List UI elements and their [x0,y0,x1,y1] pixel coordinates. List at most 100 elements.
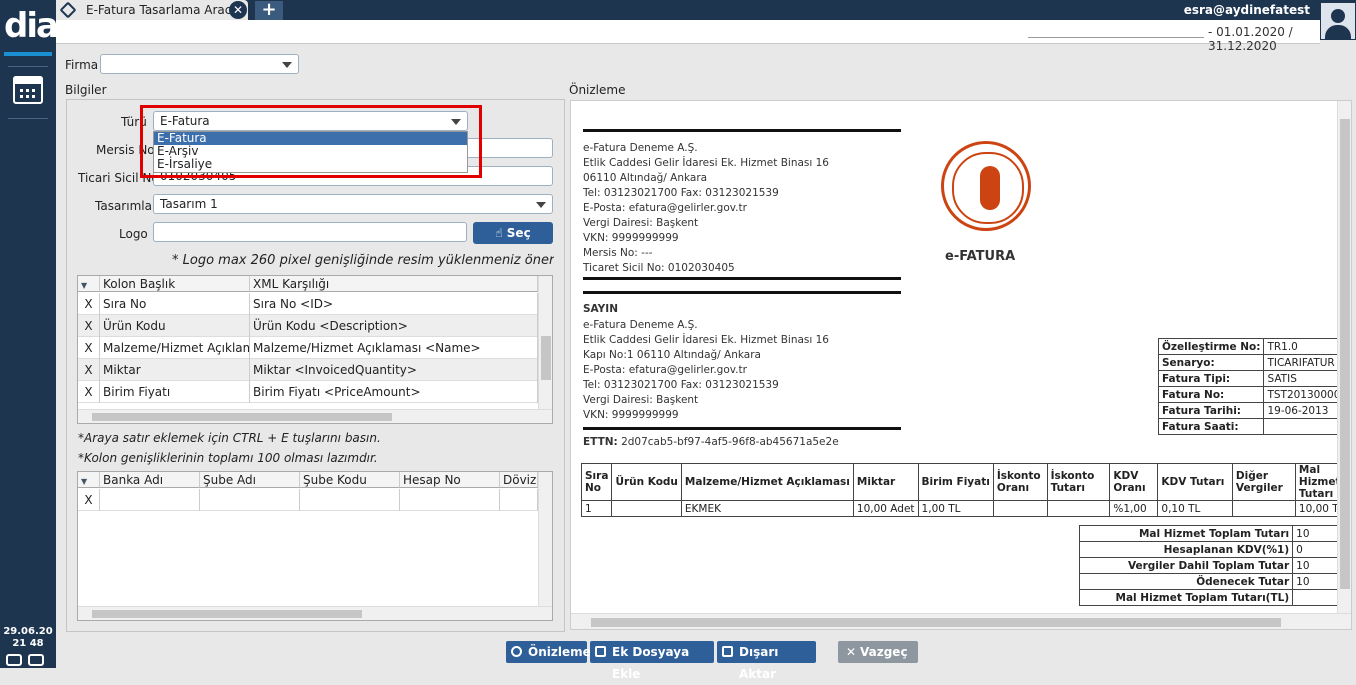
table-row[interactable]: X Sıra No Sıra No <ID> [78,293,538,315]
table-row[interactable]: X Miktar Miktar <InvoicedQuantity> [78,359,538,381]
calendar-icon[interactable] [13,76,43,104]
cell[interactable]: Miktar [100,359,250,381]
onizleme-label: Önizleme [569,83,626,97]
designer-icon [59,1,77,19]
divider [583,129,901,132]
ettn-label: ETTN: [583,436,618,448]
tasarimlar-value: Tasarım 1 [160,197,218,211]
customer-block: e-Fatura Deneme A.Ş. Etlik Caddesi Gelir … [583,318,829,423]
period-value: 01.01.2020 / 31.12.2020 [1208,25,1293,53]
delete-row-button[interactable]: X [78,293,100,315]
cell[interactable] [100,489,200,511]
table-row: Hesaplanan KDV(%1) 0 [1078,541,1351,558]
cell[interactable]: Ürün Kodu [100,315,250,337]
horizontal-scrollbar[interactable] [78,409,552,423]
close-icon: ✕ [846,645,857,659]
table-row: Vergiler Dahil Toplam Tutar 10 [1078,557,1351,574]
vertical-scrollbar[interactable] [538,472,552,606]
col-header[interactable]: Şube Kodu [300,472,400,488]
cell[interactable]: Malzeme/Hizmet Açıklam... [100,337,250,359]
add-tab-button[interactable]: + [255,1,283,20]
clock-date: 29.06.20 [3,626,53,637]
cell [992,500,1048,517]
cell: Vergiler Dahil Toplam Tutar [1078,557,1294,574]
cell: Diğer Vergiler [1231,463,1296,501]
divider [583,291,901,294]
sidebar-divider [8,66,48,67]
tasarimlar-select[interactable]: Tasarım 1 [153,194,553,214]
company-line: Mersis No: --- [583,247,653,259]
cell[interactable] [300,489,400,511]
tab-efatura-designer[interactable]: E-Fatura Tasarlama Aracı ✕ [56,0,248,20]
table-row: Mal Hizmet Toplam Tutarı(TL) [1078,589,1351,606]
bilgiler-label: Bilgiler [65,83,107,97]
ettn-line: ETTN: 2d07cab5-bf97-4af5-96f8-ab45671a5e… [583,436,839,448]
efatura-title: e-FATURA [945,249,1016,264]
company-line: Tel: 03123021700 Fax: 03123021539 [583,187,779,199]
table-row: Fatura Tipi: SATIS [1157,370,1345,387]
grid-menu[interactable]: ▼ [78,472,100,488]
cell[interactable]: Miktar <InvoicedQuantity> [250,359,538,381]
col-header[interactable]: Kolon Başlık [100,276,250,292]
divider [583,427,901,430]
disari-aktar-button[interactable]: Dışarı Aktar [717,641,816,681]
avatar[interactable] [1320,2,1356,40]
cell [1263,418,1345,435]
gib-seal-icon [941,141,1031,231]
save-icon [722,646,733,657]
preview-vertical-scrollbar[interactable] [1337,101,1351,613]
cell[interactable] [200,489,300,511]
horizontal-scrollbar[interactable] [78,606,552,620]
cell: Fatura No: [1157,386,1265,403]
delete-row-button[interactable]: X [78,359,100,381]
cell[interactable]: Sıra No <ID> [250,293,538,315]
cell[interactable]: Sıra No [100,293,250,315]
cell[interactable] [500,489,538,511]
delete-row-button[interactable]: X [78,315,100,337]
table-row[interactable]: X Ürün Kodu Ürün Kodu <Description> [78,315,538,337]
cell[interactable] [400,489,500,511]
cell[interactable]: Malzeme/Hizmet Açıklaması <Name> [250,337,538,359]
sec-button[interactable]: ☝ Seç [473,222,553,244]
save-icon [595,646,606,657]
customer-line: e-Fatura Deneme A.Ş. [583,319,698,331]
table-row[interactable]: X [78,489,538,511]
invoice-items-table: Sıra No Ürün Kodu Malzeme/Hizmet Açıklam… [580,463,1351,517]
instagram-icon[interactable] [28,654,44,666]
preview-horizontal-scrollbar[interactable] [571,613,1351,629]
search-icon [511,646,522,657]
cell [1231,500,1296,517]
delete-row-button[interactable]: X [78,381,100,403]
youtube-icon[interactable] [6,654,22,666]
col-header[interactable]: Şube Adı [200,472,300,488]
table-row: Özelleştirme No: TR1.0 [1157,338,1345,355]
cursor-icon: ☝ [495,226,507,240]
close-tab-icon[interactable]: ✕ [229,1,247,19]
chevron-down-icon: ▼ [81,281,88,290]
cell[interactable]: Birim Fiyatı <PriceAmount> [250,381,538,403]
company-block: e-Fatura Deneme A.Ş. Etlik Caddesi Gelir … [583,141,829,276]
col-header[interactable]: XML Karşılığı [250,276,538,292]
col-header[interactable]: Hesap No [400,472,500,488]
grid-menu[interactable]: ▼ [78,276,100,292]
ek-dosya-button[interactable]: Ek Dosyaya Ekle [590,641,714,681]
cell: Mal Hizmet Toplam Tutarı(TL) [1078,589,1294,606]
table-row[interactable]: X Malzeme/Hizmet Açıklam... Malzeme/Hizmet… [78,337,538,359]
onizleme-button[interactable]: Önizleme [506,641,591,663]
vertical-scrollbar[interactable] [538,276,552,409]
logo-input[interactable] [153,222,467,242]
col-header[interactable]: Döviz [500,472,538,488]
cell: 1,00 TL [917,500,994,517]
company-line: VKN: 9999999999 [583,232,679,244]
col-header[interactable]: Banka Adı [100,472,200,488]
chevron-down-icon [536,202,546,208]
vazgec-button[interactable]: ✕ Vazgeç [838,641,918,663]
delete-row-button[interactable]: X [78,337,100,359]
top-bar: E-Fatura Tasarlama Aracı ✕ + esra@aydine… [56,0,1356,20]
delete-row-button[interactable]: X [78,489,100,511]
company-field[interactable] [1028,25,1204,38]
firma-select[interactable] [100,54,299,74]
cell[interactable]: Ürün Kodu <Description> [250,315,538,337]
table-row[interactable]: X Birim Fiyatı Birim Fiyatı <PriceAmount> [78,381,538,403]
cell[interactable]: Birim Fiyatı [100,381,250,403]
